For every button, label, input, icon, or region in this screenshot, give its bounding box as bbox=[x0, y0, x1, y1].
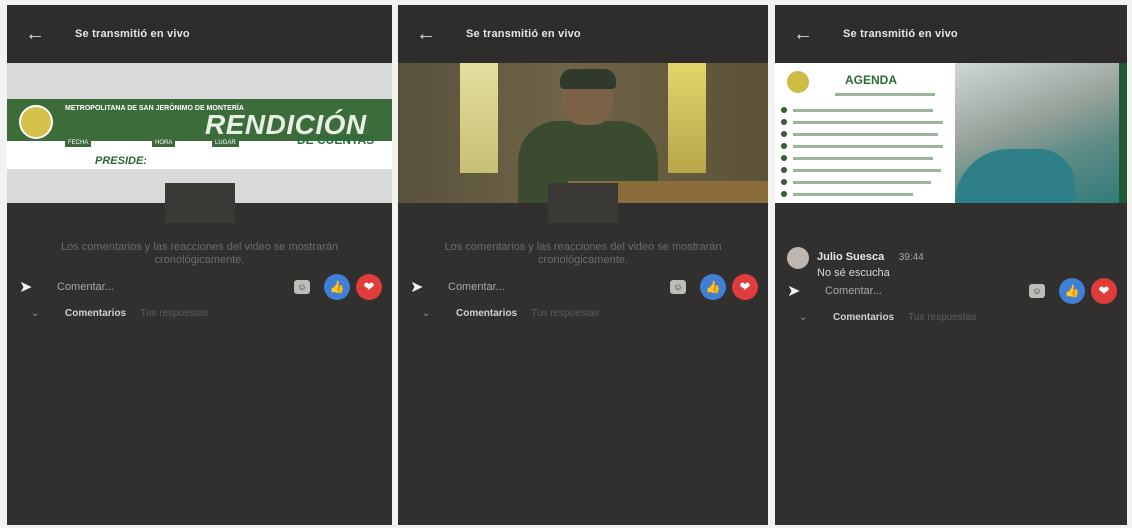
avatar[interactable] bbox=[787, 247, 809, 269]
header-title: Se transmitió en vivo bbox=[843, 28, 958, 40]
header-title: Se transmitió en vivo bbox=[466, 28, 581, 40]
share-arrow-icon[interactable]: ➤ bbox=[410, 277, 428, 297]
love-icon[interactable]: ❤ bbox=[1091, 278, 1117, 304]
comment-item: Julio Suesca 39:44 No sé escucha bbox=[787, 247, 924, 279]
top-bar: ← Se transmitió en vivo bbox=[398, 5, 768, 63]
like-icon[interactable]: 👍 bbox=[324, 274, 350, 300]
comment-tabs: ⌄ Comentarios Tus respuestas bbox=[398, 305, 768, 321]
tab-comments[interactable]: Comentarios bbox=[456, 308, 517, 319]
arrow-left-icon[interactable]: ← bbox=[25, 23, 49, 46]
comment-bar: ➤ Comentar... ☺ 👍 ❤ bbox=[7, 273, 392, 301]
flag-left bbox=[460, 63, 498, 173]
top-bar: ← Se transmitió en vivo bbox=[775, 5, 1127, 63]
love-icon[interactable]: ❤ bbox=[732, 274, 758, 300]
share-arrow-icon[interactable]: ➤ bbox=[19, 277, 37, 297]
banner-preside: PRESIDE: bbox=[95, 155, 147, 167]
arrow-left-icon[interactable]: ← bbox=[416, 23, 440, 46]
live-panel-3: ← Se transmitió en vivo AGENDA Julio Sue… bbox=[775, 5, 1127, 525]
chip-date: FECHA bbox=[65, 139, 92, 147]
tab-replies[interactable]: Tus respuestas bbox=[531, 308, 599, 319]
live-panel-2: ← Se transmitió en vivo Los comentarios … bbox=[398, 5, 768, 525]
comment-time[interactable]: 39:44 bbox=[899, 252, 924, 263]
comments-note: Los comentarios y las reacciones del vid… bbox=[444, 241, 722, 266]
tab-replies[interactable]: Tus respuestas bbox=[908, 312, 976, 323]
event-banner: METROPOLITANA DE SAN JERÓNIMO DE MONTERÍ… bbox=[7, 99, 392, 169]
chevron-down-icon[interactable]: ⌄ bbox=[422, 308, 436, 319]
agenda-title: AGENDA bbox=[845, 73, 898, 87]
comment-tabs: ⌄ Comentarios Tus respuestas bbox=[775, 309, 1127, 325]
emoji-icon[interactable]: ☺ bbox=[670, 280, 686, 294]
arrow-left-icon[interactable]: ← bbox=[793, 23, 817, 46]
comments-area: Los comentarios y las reacciones del vid… bbox=[7, 183, 392, 525]
emoji-icon[interactable]: ☺ bbox=[294, 280, 310, 294]
comment-bar: ➤ Comentar... ☺ 👍 ❤ bbox=[775, 277, 1127, 305]
video-frame[interactable]: METROPOLITANA DE SAN JERÓNIMO DE MONTERÍ… bbox=[7, 63, 392, 203]
chevron-down-icon[interactable]: ⌄ bbox=[31, 308, 45, 319]
comment-input[interactable]: Comentar... bbox=[448, 281, 505, 293]
header-title: Se transmitió en vivo bbox=[75, 28, 190, 40]
comment-author[interactable]: Julio Suesca bbox=[817, 251, 884, 263]
comments-note: Los comentarios y las reacciones del vid… bbox=[61, 241, 338, 266]
video-placeholder bbox=[548, 183, 618, 223]
video-frame[interactable]: AGENDA bbox=[775, 63, 1127, 203]
chip-place: LUGAR bbox=[212, 139, 239, 147]
flag-right bbox=[668, 63, 706, 173]
comment-input[interactable]: Comentar... bbox=[825, 285, 882, 297]
comments-area: Los comentarios y las reacciones del vid… bbox=[398, 183, 768, 525]
comment-input[interactable]: Comentar... bbox=[57, 281, 114, 293]
chip-time: HORA bbox=[152, 139, 176, 147]
video-frame[interactable] bbox=[398, 63, 768, 203]
tab-comments[interactable]: Comentarios bbox=[65, 308, 126, 319]
agenda-slide: AGENDA bbox=[775, 63, 955, 203]
comment-tabs: ⌄ Comentarios Tus respuestas bbox=[7, 305, 392, 321]
chevron-down-icon[interactable]: ⌄ bbox=[799, 312, 813, 323]
tab-comments[interactable]: Comentarios bbox=[833, 312, 894, 323]
share-arrow-icon[interactable]: ➤ bbox=[787, 281, 805, 301]
love-icon[interactable]: ❤ bbox=[356, 274, 382, 300]
top-bar: ← Se transmitió en vivo bbox=[7, 5, 392, 63]
like-icon[interactable]: 👍 bbox=[700, 274, 726, 300]
police-seal-icon bbox=[787, 71, 809, 93]
live-panel-1: ← Se transmitió en vivo METROPOLITANA DE… bbox=[7, 5, 392, 525]
banner-subtitle: DE CUENTAS bbox=[297, 133, 375, 147]
emoji-icon[interactable]: ☺ bbox=[1029, 284, 1045, 298]
police-seal-icon bbox=[19, 105, 53, 139]
tab-replies[interactable]: Tus respuestas bbox=[140, 308, 208, 319]
video-placeholder bbox=[164, 183, 235, 223]
like-icon[interactable]: 👍 bbox=[1059, 278, 1085, 304]
comment-bar: ➤ Comentar... ☺ 👍 ❤ bbox=[398, 273, 768, 301]
comments-area: Julio Suesca 39:44 No sé escucha ➤ Comen… bbox=[775, 203, 1127, 525]
